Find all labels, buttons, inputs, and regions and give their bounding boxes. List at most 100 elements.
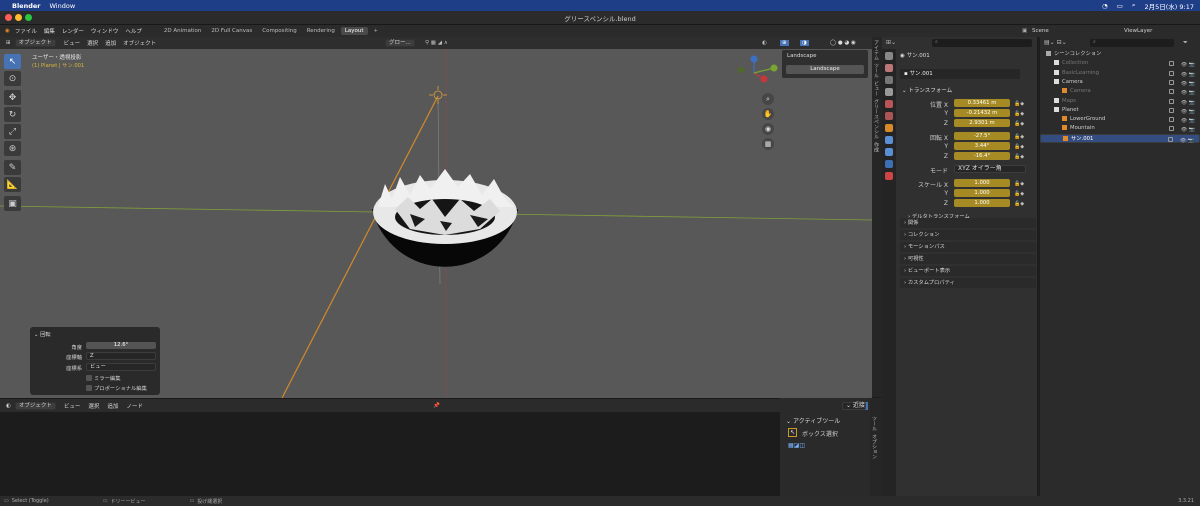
gizmo-toggle-icon[interactable]: ⊕ [780,40,789,46]
scale-z-field[interactable]: 1.000 [954,199,1010,207]
scene-tab-icon[interactable] [885,100,893,108]
menu-edit[interactable]: 編集 [44,27,55,35]
exclude-checkbox[interactable] [1169,79,1174,85]
rotation-lock-icons[interactable]: 🔓◆ 🔓◆ 🔓◆ [1014,132,1024,162]
scene-name[interactable]: Scene [1032,28,1049,34]
world-tab-icon[interactable] [885,112,893,120]
render-tab-icon[interactable] [885,64,893,72]
node-menu-node[interactable]: ノード [126,402,143,410]
visibility-eye-icon[interactable]: 👁 📷 [1177,71,1195,78]
node-mode-select[interactable]: オブジェクト [14,401,56,410]
search-icon[interactable]: ⌕ [1132,1,1136,10]
tool-tab-icon[interactable] [885,52,893,60]
proportional-checkbox[interactable] [86,385,92,391]
select-box-icon[interactable]: ↖ [4,54,21,69]
node-editor-type-icon[interactable]: ◐ [6,403,11,409]
wifi-icon[interactable]: ◔ [1102,2,1108,10]
move-icon[interactable]: ✥ [4,90,21,105]
orientation-select[interactable]: グロー... [385,39,415,47]
props-search-input[interactable]: ⌕ [932,39,1032,47]
tab-rendering[interactable]: Rendering [303,27,339,35]
rotate-icon[interactable]: ↻ [4,107,21,122]
physics-tab-icon[interactable] [885,136,893,144]
viewlayer-name[interactable]: ViewLayer [1124,28,1152,34]
visibility-eye-icon[interactable]: 👁 📷 [1177,99,1195,106]
texture-tab-icon[interactable] [885,172,893,180]
visibility-eye-icon[interactable]: 👁 📷 [1177,117,1195,124]
node-menu-add[interactable]: 追加 [107,402,118,410]
exclude-checkbox[interactable] [1169,70,1174,76]
overlay-toggle-icon[interactable]: ◑ [800,40,809,46]
camera-view-icon[interactable]: ◉ [762,123,774,135]
app-menu[interactable]: Blender [12,2,41,10]
vp-menu-select[interactable]: 選択 [87,39,98,47]
tab-grease-pencil[interactable]: グリースペンシル [873,99,880,139]
add-workspace-icon[interactable]: + [374,28,379,34]
output-tab-icon[interactable] [885,76,893,84]
exclude-checkbox[interactable] [1169,98,1174,104]
mode-select[interactable]: オブジェクト [14,39,56,47]
outliner-search-input[interactable]: ⌕ [1090,39,1174,47]
section-custom-props[interactable]: › カスタムプロパティ [900,278,1036,288]
visibility-icon[interactable]: ◐ [762,40,767,46]
shading-icons[interactable]: ◯ ● ◕ ◉ [830,40,856,46]
exclude-checkbox[interactable] [1169,126,1174,132]
orient-select[interactable]: ビュー [86,363,156,371]
visibility-eye-icon[interactable]: 👁 📷 [1176,137,1194,144]
landscape-button[interactable]: Landscape [786,65,864,74]
rotation-z-field[interactable]: -16.4° [954,152,1010,160]
select-mode-icons[interactable]: ▦◪◫ [788,442,805,449]
transform-icon[interactable]: ⊛ [4,141,21,156]
section-motion-paths[interactable]: › モーションパス [900,242,1036,252]
outliner-row[interactable]: サン.001 👁 📷 [1040,133,1200,144]
tab-layout[interactable]: Layout [340,27,368,35]
exclude-checkbox[interactable] [1169,107,1174,113]
battery-icon[interactable]: ▭ [1117,2,1123,10]
pan-hand-icon[interactable]: ✋ [762,108,774,120]
lock-keyframe-icons[interactable]: 🔓◆ 🔓◆ 🔓◆ [1014,99,1024,129]
rotation-y-field[interactable]: 3.44° [954,142,1010,150]
outliner-row[interactable]: シーンコレクション [1040,50,1200,59]
outliner-row[interactable]: Collection 👁 📷 [1040,59,1200,68]
annotate-icon[interactable]: ✎ [4,160,21,175]
transform-section[interactable]: ⌄ トランスフォーム [902,86,952,94]
outliner-row[interactable]: Planet 👁 📷 [1040,106,1200,115]
object-name-field[interactable]: ▪ サン.001 [900,69,1020,79]
visibility-eye-icon[interactable]: 👁 📷 [1177,108,1195,115]
location-x-field[interactable]: 0.33461 m [954,99,1010,107]
snap-select[interactable]: ⌄ 近接 [842,402,866,410]
vp-menu-object[interactable]: オブジェクト [123,39,156,47]
box-select-icon[interactable]: ↖ [788,428,797,437]
section-viewport-display[interactable]: › ビューポート表示 [900,266,1036,276]
outliner-row[interactable]: LowerGround 👁 📷 [1040,115,1200,124]
exclude-checkbox[interactable] [1168,136,1173,142]
ortho-grid-icon[interactable]: ▦ [762,138,774,150]
snap-icon[interactable]: ⚲ ▦ ◢ ∧ [425,40,448,46]
outliner-type-icon[interactable]: ▤⌄ ⊟⌄ [1044,39,1067,46]
mirror-checkbox[interactable] [86,375,92,381]
add-cube-icon[interactable]: ▣ [4,196,21,211]
scale-icon[interactable]: ⤢ [4,124,21,139]
vp-menu-view[interactable]: ビュー [64,39,81,47]
cursor-icon[interactable]: ⊙ [4,71,21,86]
outliner-row[interactable]: Maps 👁 📷 [1040,97,1200,106]
ops-title[interactable]: ⌄ 回転 [34,330,51,338]
scale-y-field[interactable]: 1.000 [954,189,1010,197]
section-relations[interactable]: › 関係 [900,218,1036,228]
section-collections[interactable]: › コレクション [900,230,1036,240]
section-visibility[interactable]: › 可視性 [900,254,1036,264]
outliner-row[interactable]: Mountain 👁 📷 [1040,124,1200,133]
tab-compositing[interactable]: Compositing [258,27,300,35]
exclude-checkbox[interactable] [1169,89,1174,95]
tab-2d-animation[interactable]: 2D Animation [160,27,206,35]
menu-file[interactable]: ファイル [15,27,37,35]
props-editor-type-icon[interactable]: ⊞⌄ [886,39,896,46]
constraints-tab-icon[interactable] [885,148,893,156]
outliner-row[interactable]: Camera 👁 📷 [1040,87,1200,96]
zoom-icon[interactable]: ⌕ [762,93,774,105]
location-y-field[interactable]: -0.21432 m [954,109,1010,117]
object-tab-icon[interactable] [885,124,893,132]
visibility-eye-icon[interactable]: 👁 📷 [1177,89,1195,96]
active-tool-title[interactable]: ⌄ アクティブツール [786,416,840,425]
exclude-checkbox[interactable] [1169,61,1174,67]
